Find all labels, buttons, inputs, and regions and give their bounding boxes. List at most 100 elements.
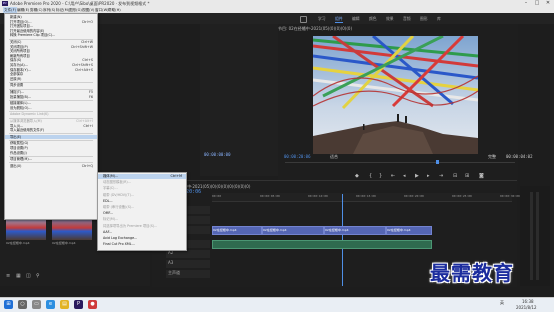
export-menu-item[interactable]: OMF...	[98, 211, 186, 216]
file-menu-item[interactable]: 批量捕捉(B)... F6	[5, 95, 97, 100]
start-icon[interactable]: ⊞	[4, 300, 13, 309]
app-icon[interactable]: ●	[88, 300, 97, 309]
file-menu-item: Adobe Dynamic Link(K)	[5, 112, 97, 117]
track-header[interactable]: A2	[166, 250, 210, 258]
menu-item-label: 退出(X)	[10, 163, 22, 168]
export-menu-item: 标记(M)...	[98, 217, 186, 222]
menu-item-label: 标记(M)...	[103, 217, 119, 222]
premiere-pro-icon: Pr	[2, 1, 8, 6]
step-back-icon[interactable]: ◂	[403, 172, 406, 180]
export-menu-item[interactable]: EDL...	[98, 199, 186, 204]
menu-item-label: 同步设置	[10, 83, 24, 88]
freeform-view-icon[interactable]: ◫	[26, 274, 31, 279]
file-menu-item[interactable]: 项目管理(M)...	[5, 157, 97, 162]
program-playhead[interactable]	[436, 160, 439, 164]
program-monitor-title: 节目: 02在经幡中·2021(05)(0)(0)(0)(0)	[278, 26, 353, 31]
minimize-icon[interactable]: –	[521, 0, 531, 7]
workspace-tab[interactable]: 编辑	[352, 15, 360, 22]
file-menu: 新建(N) 打开项目(O)... Ctrl+O 打开团队项目... 打开最近使用的内容(…	[4, 13, 98, 220]
file-menu-item[interactable]: 导入最近使用的文件(F)	[5, 128, 97, 133]
source-panel: 00:00:00:00	[200, 24, 278, 176]
in-point-icon[interactable]: {	[369, 172, 372, 180]
ime-indicator[interactable]: 英	[500, 300, 504, 305]
workspace-tab[interactable]: 颜色	[369, 15, 377, 22]
out-point-icon[interactable]: }	[379, 172, 382, 180]
workspace-tab[interactable]: 库	[437, 15, 441, 22]
menu-item-label: EDL...	[103, 198, 113, 203]
menu-item-label: 动态图形模板(R)...	[103, 180, 131, 185]
export-menu-item[interactable]: Final Cut Pro XML...	[98, 242, 186, 247]
program-scrub-bar[interactable]	[285, 162, 515, 163]
export-menu-item: 字幕(C)...	[98, 186, 186, 191]
export-menu-item: 磁带 (DV/HDV)(T)...	[98, 193, 186, 198]
menu-item-label: 批量捕捉(B)...	[10, 94, 32, 99]
workspace-tab[interactable]: 音频	[403, 15, 411, 22]
watermark-text: 最需教育	[430, 261, 514, 285]
project-thumbnail[interactable]	[52, 218, 92, 240]
file-menu-item[interactable]: 设为脱机(O)...	[5, 106, 97, 111]
project-thumbnail[interactable]	[6, 218, 46, 240]
fit-dropdown[interactable]: 适合	[330, 154, 338, 159]
folder-icon[interactable]: ▤	[60, 300, 69, 309]
menu-item-label: 项目管理(M)...	[10, 157, 32, 162]
title-bar: Pr Adobe Premiere Pro 2020 - C:\用户\Sibo\…	[0, 0, 554, 7]
menu-item-shortcut: Ctrl+Q	[81, 163, 93, 168]
track-header[interactable]: 主声道	[166, 270, 210, 278]
export-menu-item[interactable]: 媒体(M)... Ctrl+M	[98, 174, 186, 180]
video-clip[interactable]: 02在经幡中.mp4	[386, 226, 432, 235]
timeline-ruler[interactable]: 00:00 00:00:05:00 00:00:10:00 00:00:15:00 00…	[212, 193, 520, 202]
go-to-in-icon[interactable]: ⇤	[391, 172, 395, 180]
window-title: Adobe Premiere Pro 2020 - C:\用户\Sibo\桌面\…	[10, 1, 150, 6]
premiere-taskbar-icon[interactable]: P	[74, 300, 83, 309]
list-view-icon[interactable]: ≡	[6, 274, 10, 279]
file-menu-item[interactable]: 导出(E)	[5, 134, 97, 140]
menu-item-label: 设为脱机(O)...	[10, 105, 32, 110]
home-icon[interactable]	[300, 16, 307, 23]
source-timecode: 00:00:00:00	[204, 152, 231, 157]
export-menu-item[interactable]: Avid Log Exchange...	[98, 236, 186, 241]
file-menu-item[interactable]: 还原(R)	[5, 77, 97, 82]
menu-item-label: 还原(R)	[10, 76, 22, 81]
icon-view-icon[interactable]: ▦	[16, 274, 21, 279]
program-timecode[interactable]: 00:00:20:06	[284, 154, 311, 159]
video-preview	[313, 36, 478, 154]
marker-icon[interactable]: ◆	[355, 172, 359, 180]
play-icon[interactable]: ▶	[415, 172, 419, 180]
maximize-icon[interactable]: □	[532, 0, 542, 7]
menu-item-label: Avid Log Exchange...	[103, 236, 138, 240]
search-icon[interactable]: ○	[18, 300, 27, 309]
export-menu-item[interactable]: AAF...	[98, 230, 186, 235]
task-view-icon[interactable]: ▭	[32, 300, 41, 309]
workspace-tab[interactable]: 学习	[318, 15, 326, 22]
ruler-label: 00:00:15:00	[356, 194, 376, 198]
video-clip[interactable]: 02在经幡中.mp4	[262, 226, 324, 235]
workspace-tab[interactable]: 图形	[420, 15, 428, 22]
browser-icon[interactable]: e	[46, 300, 55, 309]
find-icon[interactable]: ⚲	[36, 274, 40, 279]
file-menu-item[interactable]: 作品设置(J)	[5, 151, 97, 156]
menu-item-label: Final Cut Pro XML...	[103, 242, 135, 247]
video-clip[interactable]: 02在经幡中.mp4	[324, 226, 386, 235]
ruler-label: 00:00:05:00	[260, 194, 280, 198]
track-header[interactable]: A3	[166, 260, 210, 268]
lift-icon[interactable]: ⊟	[453, 172, 457, 180]
menu-item-label: 导出(E)	[10, 134, 22, 139]
file-menu-item[interactable]: 同步设置	[5, 83, 97, 88]
menu-item-label: AAF...	[103, 229, 113, 234]
clock-time[interactable]: 16:38	[522, 299, 534, 304]
menu-item-label: 导入最近使用的文件(F)	[10, 128, 45, 133]
project-item-label: 02在经幡中.mp4	[52, 241, 76, 245]
file-menu-item[interactable]: 退出(X) Ctrl+Q	[5, 164, 97, 169]
go-to-out-icon[interactable]: ⇥	[439, 172, 443, 180]
video-clip[interactable]: 02在经幡中.mp4	[212, 226, 262, 235]
program-duration: 00:00:04:02	[506, 154, 533, 159]
export-frame-icon[interactable]: ◙	[479, 172, 484, 180]
file-menu-item[interactable]: 转换 Premiere Clip 项目(C)...	[5, 33, 97, 38]
quality-dropdown[interactable]: 完整	[488, 154, 496, 159]
extract-icon[interactable]: ⊞	[465, 172, 469, 180]
audio-clip[interactable]	[212, 240, 432, 249]
workspace-tab[interactable]: 组件	[335, 15, 343, 23]
step-forward-icon[interactable]: ▸	[427, 172, 430, 180]
close-icon[interactable]: ✕	[543, 0, 553, 7]
workspace-tab[interactable]: 效果	[386, 15, 394, 22]
